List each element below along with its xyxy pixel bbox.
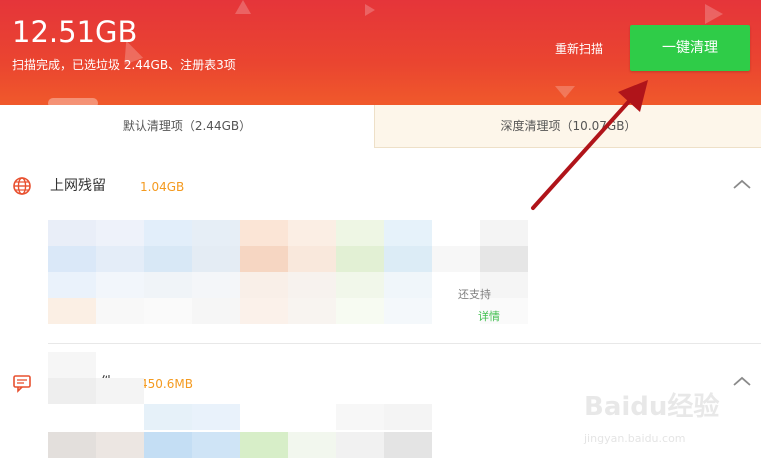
blurred-item bbox=[480, 246, 528, 272]
blurred-item bbox=[288, 404, 336, 430]
blurred-item bbox=[432, 220, 480, 246]
blurred-item bbox=[384, 272, 432, 298]
blurred-item bbox=[240, 246, 288, 272]
blurred-item bbox=[288, 432, 336, 458]
cleanup-window: 12.51GB 扫描完成，已选垃圾 2.44GB、注册表3项 重新扫描 一键清理… bbox=[0, 0, 761, 462]
blurred-item bbox=[192, 404, 240, 430]
tab-deep-items[interactable]: 深度清理项（10.07GB） bbox=[374, 105, 761, 148]
blurred-item bbox=[240, 220, 288, 246]
blurred-item bbox=[240, 272, 288, 298]
details-link[interactable]: 详情 bbox=[478, 308, 500, 324]
blurred-item bbox=[96, 272, 144, 298]
blurred-item bbox=[384, 298, 432, 324]
one-click-clean-button[interactable]: 一键清理 bbox=[630, 25, 750, 71]
blurred-item bbox=[144, 432, 192, 458]
blurred-item bbox=[240, 298, 288, 324]
header-decoration bbox=[365, 4, 375, 16]
blurred-item bbox=[192, 272, 240, 298]
blurred-item bbox=[192, 298, 240, 324]
blurred-item bbox=[48, 220, 96, 246]
section-title: 上网残留 bbox=[50, 178, 106, 194]
watermark-brand: Baidu经验 bbox=[584, 392, 720, 422]
scan-summary-text: 扫描完成，已选垃圾 2.44GB、注册表3项 bbox=[12, 58, 236, 72]
blurred-item bbox=[96, 378, 144, 404]
blurred-item bbox=[384, 404, 432, 430]
blurred-item bbox=[336, 220, 384, 246]
blurred-item bbox=[192, 432, 240, 458]
blurred-item bbox=[384, 432, 432, 458]
blurred-item bbox=[96, 432, 144, 458]
residue-items-grid: 还支持 详情 bbox=[48, 220, 528, 324]
scan-result-header: 12.51GB 扫描完成，已选垃圾 2.44GB、注册表3项 重新扫描 一键清理 bbox=[0, 0, 761, 105]
blurred-item bbox=[336, 246, 384, 272]
blurred-item bbox=[480, 220, 528, 246]
baidu-watermark: Baidu经验 jingyan.baidu.com bbox=[580, 380, 760, 462]
chevron-up-icon[interactable] bbox=[731, 174, 753, 196]
blurred-item bbox=[96, 220, 144, 246]
blurred-item bbox=[48, 352, 96, 378]
blurred-item bbox=[144, 272, 192, 298]
blurred-item bbox=[288, 220, 336, 246]
blurred-item bbox=[192, 246, 240, 272]
header-decoration bbox=[235, 0, 251, 14]
blurred-item bbox=[48, 378, 96, 404]
section-divider bbox=[48, 343, 761, 344]
blurred-item bbox=[48, 298, 96, 324]
blurred-item bbox=[288, 246, 336, 272]
section-internet-residue[interactable]: 上网残留 1.04GB bbox=[0, 166, 761, 206]
globe-icon bbox=[13, 177, 31, 195]
blurred-item bbox=[144, 404, 192, 430]
blurred-item bbox=[336, 272, 384, 298]
blurred-item bbox=[240, 432, 288, 458]
blurred-item bbox=[288, 272, 336, 298]
blurred-item bbox=[48, 246, 96, 272]
card-caption: 还支持 bbox=[458, 288, 491, 301]
blurred-item bbox=[384, 246, 432, 272]
header-decoration bbox=[555, 86, 575, 98]
blurred-item bbox=[192, 220, 240, 246]
header-decoration bbox=[48, 98, 98, 105]
blurred-item bbox=[336, 404, 384, 430]
chat-icon bbox=[13, 375, 31, 393]
blurred-item bbox=[96, 246, 144, 272]
blurred-item bbox=[144, 220, 192, 246]
blurred-item bbox=[144, 298, 192, 324]
blurred-item bbox=[336, 298, 384, 324]
rescan-button[interactable]: 重新扫描 bbox=[555, 41, 603, 57]
blurred-item bbox=[288, 298, 336, 324]
total-junk-size: 12.51GB bbox=[12, 15, 138, 49]
blurred-item bbox=[48, 432, 96, 458]
blurred-item bbox=[96, 298, 144, 324]
section-size: 1.04GB bbox=[140, 180, 185, 194]
watermark-url: jingyan.baidu.com bbox=[584, 432, 686, 445]
blurred-item bbox=[144, 246, 192, 272]
tab-default-items[interactable]: 默认清理项（2.44GB） bbox=[0, 105, 374, 148]
blurred-item bbox=[48, 272, 96, 298]
blurred-item bbox=[240, 404, 288, 430]
cleanup-tabs: 默认清理项（2.44GB） 深度清理项（10.07GB） bbox=[0, 105, 761, 148]
blurred-item bbox=[384, 220, 432, 246]
files-items-grid bbox=[48, 352, 432, 462]
blurred-item bbox=[432, 246, 480, 272]
header-decoration bbox=[705, 4, 723, 24]
blurred-item bbox=[336, 432, 384, 458]
